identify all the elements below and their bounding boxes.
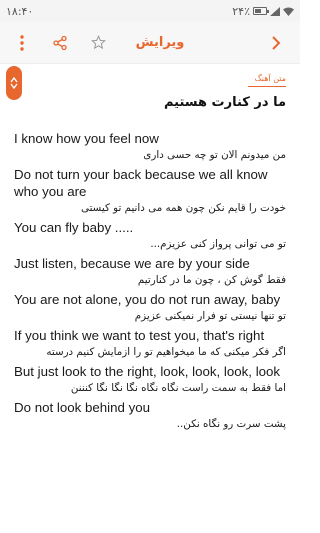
status-left: ۱۸:۴۰ xyxy=(6,5,33,18)
lyric-fa: تو می توانی پرواز کنی عزیزم... xyxy=(150,238,286,250)
status-right: ۲۴٪ xyxy=(232,5,294,18)
status-bar: ۱۸:۴۰ ۲۴٪ xyxy=(0,0,300,22)
toolbar: ویرایش xyxy=(0,22,300,64)
lyric-en: I know how you feel now xyxy=(14,131,159,146)
clock: ۱۸:۴۰ xyxy=(6,4,34,18)
lyric-fa: تو تنها نیستی تو فرار نمیکنی عزیزم xyxy=(134,310,286,322)
star-icon[interactable] xyxy=(84,29,112,57)
signal-icon xyxy=(270,6,280,16)
category-underline xyxy=(248,86,286,87)
lyric-fa: اگر فکر میکنی که ما میخواهیم تو را ازمای… xyxy=(46,346,286,358)
lyric-fa: اما فقط به سمت راست نگاه نگاه نگا نگا نگ… xyxy=(70,382,286,394)
lyric-en: You are not alone, you do not run away, … xyxy=(14,292,281,307)
lyric-fa: پشت سرت رو نگاه نکن.. xyxy=(176,418,286,430)
lyric-fa: فقط گوش کن ، چون ما در کنارتیم xyxy=(137,274,286,286)
lyric-en: But just look to the right, look, look, … xyxy=(14,364,281,379)
lyric-en: Do not look behind you xyxy=(14,400,151,415)
lyric-en: Just listen, because we are by your side xyxy=(14,256,250,271)
lyric-en: Do not turn your back because we all kno… xyxy=(14,167,268,199)
page-title: ویرایش xyxy=(135,35,185,50)
song-title: ما در کنارت هستیم xyxy=(163,95,286,110)
battery-icon xyxy=(253,7,269,15)
lyric-fa: من میدونم الان تو چه حسی داری xyxy=(143,149,286,161)
share-icon[interactable] xyxy=(46,29,74,57)
wifi-icon xyxy=(283,7,294,16)
battery-percent: ۲۴٪ xyxy=(232,4,250,18)
lyrics-body: I know how you feel now من میدونم الان ت… xyxy=(14,130,286,435)
category-label[interactable]: متن آهنگ xyxy=(255,74,286,83)
chevron-down-icon xyxy=(10,83,18,89)
chevron-right-icon[interactable] xyxy=(262,29,290,57)
lyric-fa: خودت را قایم نکن چون همه می دانیم تو کیس… xyxy=(80,202,286,214)
scroll-handle[interactable] xyxy=(6,66,22,100)
lyric-en: You can fly baby ..... xyxy=(14,220,134,235)
more-vertical-icon[interactable] xyxy=(8,29,36,57)
lyric-en: If you think we want to test you, that's… xyxy=(14,328,265,343)
